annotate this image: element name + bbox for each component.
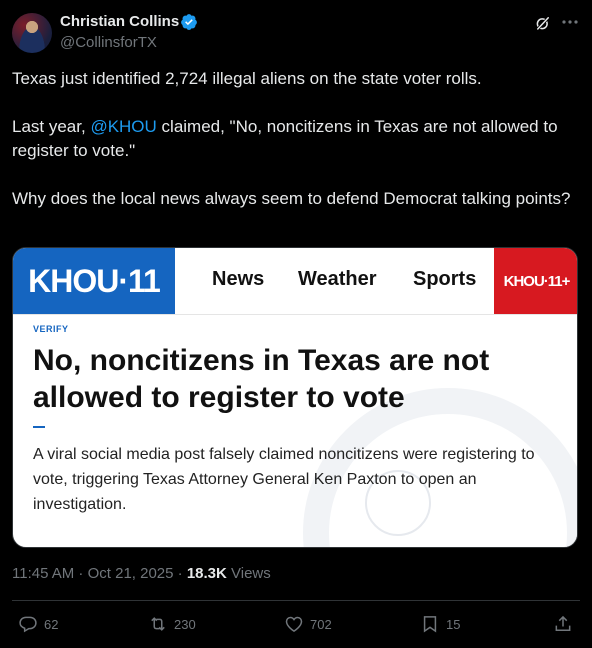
tweet-meta: 11:45 AM · Oct 21, 2025 · 18.3K Views <box>12 565 271 582</box>
nav-news: News <box>212 268 265 290</box>
khou-logo: KHOU·11 <box>13 248 175 314</box>
reply-count: 62 <box>44 616 59 632</box>
views-label: Views <box>226 565 271 582</box>
tweet-paragraph-3: Why does the local news always seem to d… <box>12 189 571 208</box>
author-handle[interactable]: @CollinsforTX <box>60 34 157 51</box>
tweet-paragraph-2: Last year, @KHOU claimed, "No, noncitize… <box>12 115 580 163</box>
nav-sports: Sports <box>413 268 477 290</box>
bookmark-count: 15 <box>446 616 461 632</box>
nav-weather: Weather <box>298 268 377 290</box>
author-name[interactable]: Christian Collins <box>60 13 179 30</box>
mention-link[interactable]: @KHOU <box>90 117 156 136</box>
reply-icon <box>19 616 37 633</box>
avatar[interactable] <box>12 13 52 53</box>
reply-button[interactable]: 62 <box>18 614 58 634</box>
action-bar-divider <box>12 600 580 601</box>
article-headline: No, noncitizens in Texas are not allowed… <box>33 344 490 414</box>
verify-tag: VERIFY <box>33 324 69 334</box>
tweet-text: Texas just identified 2,724 illegal alie… <box>12 67 580 235</box>
heart-icon <box>285 616 303 632</box>
bookmark-button[interactable]: 15 <box>420 614 460 634</box>
headline-dash <box>33 426 45 428</box>
repost-count: 230 <box>174 616 196 632</box>
like-count: 702 <box>310 616 332 632</box>
views-count: 18.3K <box>186 565 227 582</box>
tweet-paragraph-1: Texas just identified 2,724 illegal alie… <box>12 69 482 88</box>
repost-button[interactable]: 230 <box>148 614 196 634</box>
grok-icon[interactable] <box>534 14 552 32</box>
tweet-text-segment: Last year, <box>12 117 91 136</box>
timestamp[interactable]: 11:45 AM · Oct 21, 2025 · <box>12 565 187 582</box>
more-options-icon[interactable] <box>560 12 580 32</box>
repost-icon <box>151 617 165 631</box>
verified-badge-icon <box>181 14 197 30</box>
link-preview-card[interactable]: KHOU·11 News Weather Sports KHOU·11+ VER… <box>12 247 578 548</box>
bookmark-icon <box>423 616 437 633</box>
share-icon <box>555 615 571 631</box>
article-summary: A viral social media post falsely claime… <box>33 446 535 513</box>
like-button[interactable]: 702 <box>284 614 332 634</box>
card-divider <box>13 314 577 315</box>
khou-plus-logo: KHOU·11+ <box>494 248 577 314</box>
share-button[interactable] <box>553 614 579 634</box>
